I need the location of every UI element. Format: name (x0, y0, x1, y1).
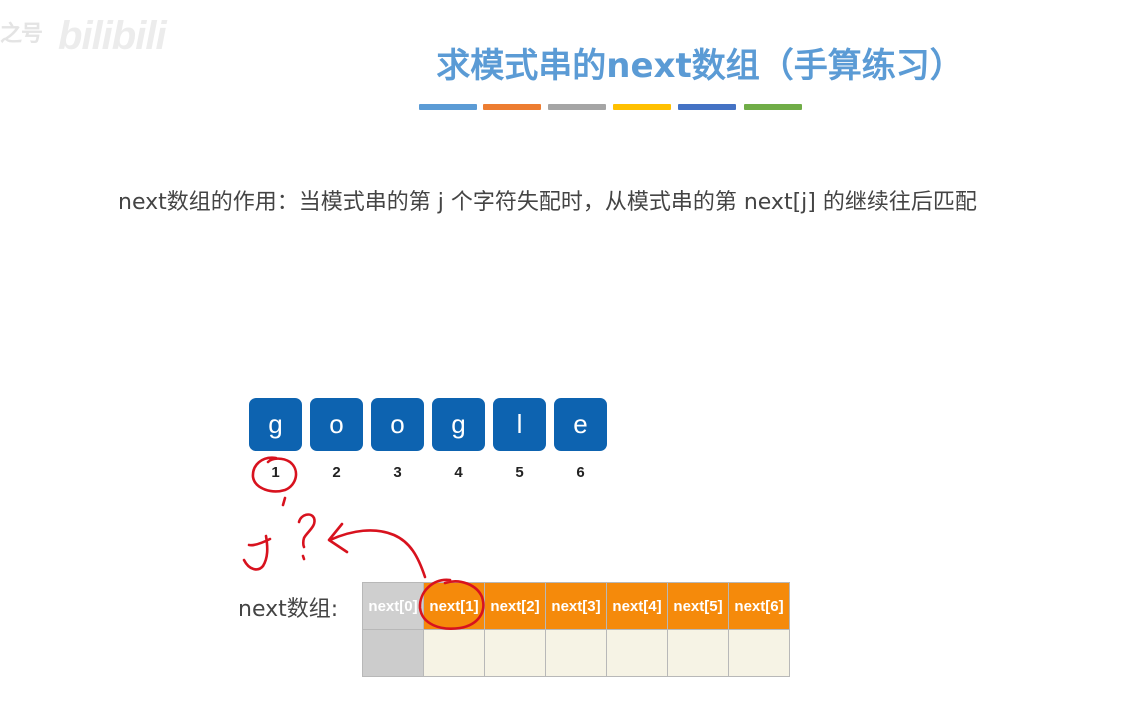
next-value-cell (606, 629, 668, 677)
arrow-to-question-mark (328, 529, 427, 579)
pattern-char: e (554, 398, 607, 451)
pattern-char: g (249, 398, 302, 451)
next-value-cell (667, 629, 729, 677)
pattern-index: 3 (393, 464, 402, 481)
next-header-cell: next[0] (362, 582, 424, 630)
handwritten-j-stroke (242, 534, 272, 571)
slide-title: 求模式串的next数组（手算练习） (436, 46, 964, 86)
color-bar-segment (613, 104, 671, 110)
next-header-cell: next[4] (606, 582, 668, 630)
next-value-cell (362, 629, 424, 677)
next-value-cell (545, 629, 607, 677)
pattern-index: 1 (271, 464, 280, 481)
color-bar-segment (483, 104, 541, 110)
next-header-cell: next[6] (728, 582, 790, 630)
next-header-cell: next[5] (667, 582, 729, 630)
pattern-index: 6 (576, 464, 585, 481)
next-header-cell: next[1] (423, 582, 485, 630)
pattern-char: o (310, 398, 363, 451)
handwritten-question-dot (301, 554, 306, 561)
next-header-cell: next[3] (545, 582, 607, 630)
next-value-cell (484, 629, 546, 677)
arrowhead (327, 522, 349, 554)
pattern-index: 5 (515, 464, 524, 481)
color-bar-segment (419, 104, 477, 110)
next-array-description: next数组的作用：当模式串的第 j 个字符失配时，从模式串的第 next[j]… (118, 190, 977, 215)
next-header-cell: next[2] (484, 582, 546, 630)
next-value-cell (728, 629, 790, 677)
color-bar-segment (678, 104, 736, 110)
pattern-char: g (432, 398, 485, 451)
handwritten-question-stroke (297, 513, 316, 549)
next-array-table: next[0] next[1] next[2] next[3] next[4] … (362, 582, 790, 677)
next-array-value-row (362, 629, 790, 677)
pattern-index: 2 (332, 464, 341, 481)
ink-tick-mark (281, 496, 287, 507)
color-bar-segment (744, 104, 802, 110)
next-array-label: next数组: (238, 597, 339, 622)
next-array-header-row: next[0] next[1] next[2] next[3] next[4] … (362, 582, 790, 630)
next-value-cell (423, 629, 485, 677)
color-bar-segment (548, 104, 606, 110)
pattern-char: o (371, 398, 424, 451)
pattern-index: 4 (454, 464, 463, 481)
pattern-char: l (493, 398, 546, 451)
